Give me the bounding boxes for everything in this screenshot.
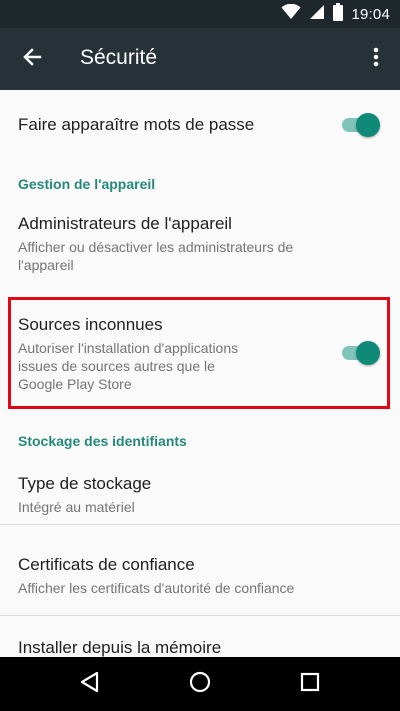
- trusted-certs-title: Certificats de confiance: [18, 555, 195, 574]
- nav-back-icon: [79, 671, 101, 698]
- arrow-back-icon: [22, 47, 42, 72]
- app-bar: Sécurité: [0, 28, 400, 90]
- battery-icon: [333, 2, 344, 26]
- device-admins-row[interactable]: Administrateurs de l'appareil Afficher o…: [0, 196, 400, 286]
- nav-home-icon: [189, 671, 211, 698]
- device-admins-title: Administrateurs de l'appareil: [18, 214, 232, 233]
- credential-storage-category: Stockage des identifiants: [18, 433, 187, 449]
- settings-list[interactable]: Faire apparaître mots de passe Gestion d…: [0, 90, 400, 657]
- page-title: Sécurité: [80, 46, 158, 69]
- more-vert-icon: [373, 47, 379, 72]
- signal-icon: [309, 4, 325, 25]
- install-from-storage-row[interactable]: Installer depuis la mémoire: [0, 616, 400, 657]
- device-admins-summary-line2: l'appareil: [18, 257, 74, 273]
- nav-back-button[interactable]: [70, 664, 110, 704]
- storage-type-summary: Intégré au matériel: [18, 499, 135, 515]
- trusted-certs-summary: Afficher les certificats d'autorité de c…: [18, 580, 295, 596]
- back-button[interactable]: [12, 39, 52, 79]
- status-time: 19:04: [351, 5, 390, 23]
- switch-thumb: [356, 113, 380, 137]
- trusted-certs-row[interactable]: Certificats de confiance Afficher les ce…: [0, 525, 400, 615]
- storage-type-row[interactable]: Type de stockage Intégré au matériel: [0, 452, 400, 524]
- more-options-button[interactable]: [364, 39, 388, 79]
- device-admins-summary-line1: Afficher ou désactiver les administrateu…: [18, 239, 294, 255]
- show-passwords-title: Faire apparaître mots de passe: [18, 115, 255, 134]
- install-from-storage-title: Installer depuis la mémoire: [18, 638, 222, 657]
- show-passwords-row[interactable]: Faire apparaître mots de passe: [0, 90, 400, 164]
- nav-home-button[interactable]: [180, 664, 220, 704]
- status-icons: 19:04: [281, 0, 390, 28]
- device-admin-category: Gestion de l'appareil: [18, 176, 156, 192]
- highlight-box: [8, 297, 390, 409]
- nav-recents-button[interactable]: [290, 664, 330, 704]
- status-bar: 19:04: [0, 0, 400, 28]
- navigation-bar: [0, 657, 400, 711]
- wifi-icon: [281, 3, 301, 25]
- storage-type-title: Type de stockage: [18, 474, 152, 493]
- show-passwords-switch[interactable]: [340, 112, 380, 138]
- nav-recents-icon: [300, 672, 320, 697]
